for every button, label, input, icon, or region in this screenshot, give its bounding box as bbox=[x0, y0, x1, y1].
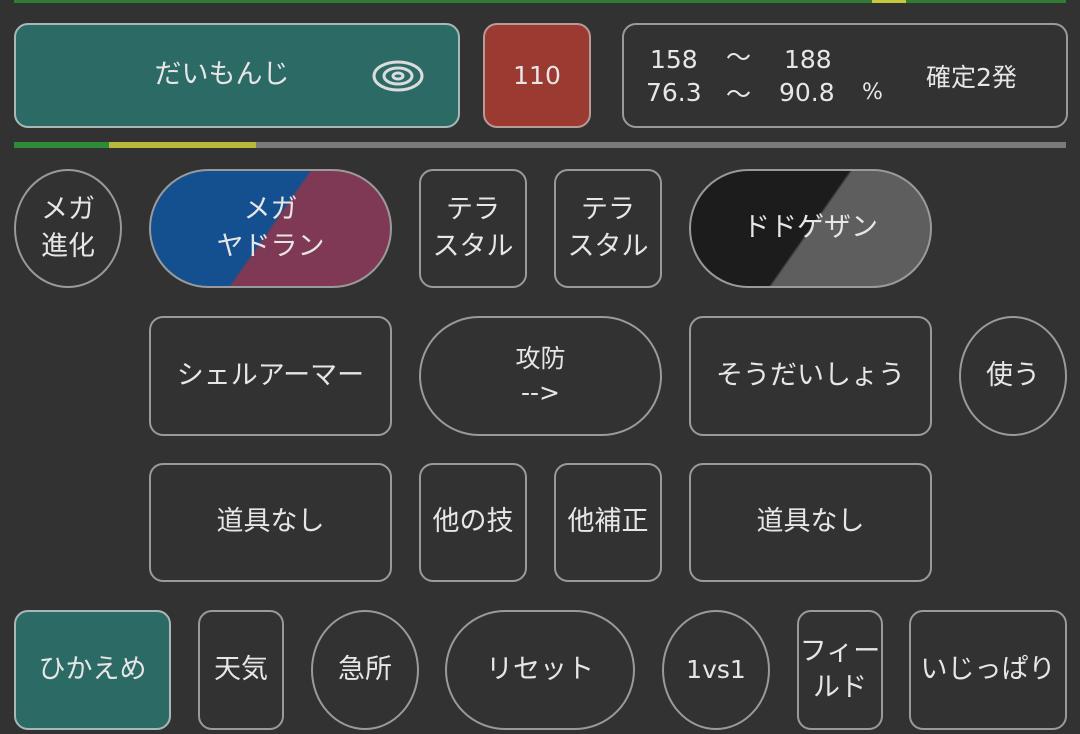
attacker-ability-button[interactable]: シェルアーマー bbox=[149, 316, 392, 436]
move-power: 110 bbox=[513, 60, 561, 90]
move-power-badge[interactable]: 110 bbox=[483, 23, 591, 128]
hp-bar-yellow-segment bbox=[109, 142, 256, 148]
battle-mode-button[interactable]: 1vs1 bbox=[662, 610, 770, 730]
mega-evolve-button[interactable]: メガ 進化 bbox=[14, 169, 122, 288]
damage-tilde: 〜 bbox=[726, 43, 752, 72]
defender-item-button[interactable]: 道具なし bbox=[689, 463, 932, 582]
attacker-item-button[interactable]: 道具なし bbox=[149, 463, 392, 582]
defender-pokemon-button[interactable]: ドドゲザン bbox=[689, 169, 932, 288]
damage-max: 188 bbox=[784, 45, 832, 74]
move-name: だいもんじ bbox=[154, 59, 290, 91]
terastal-left-button[interactable]: テラ スタル bbox=[419, 169, 527, 288]
other-move-button[interactable]: 他の技 bbox=[419, 463, 527, 582]
nature-button[interactable]: ひかえめ bbox=[14, 610, 171, 730]
damage-result-panel: 158 〜 188 76.3 〜 90.8 % 確定2発 bbox=[622, 23, 1068, 128]
move-button[interactable]: だいもんじ bbox=[14, 23, 460, 128]
fire-ring-icon bbox=[372, 59, 424, 103]
terastal-right-button[interactable]: テラ スタル bbox=[554, 169, 662, 288]
field-button[interactable]: フィー ルド bbox=[797, 610, 883, 730]
hp-bar bbox=[14, 142, 1066, 148]
top-accent-line bbox=[14, 0, 1066, 3]
defender-nature-button[interactable]: いじっぱり bbox=[909, 610, 1067, 730]
other-modifier-button[interactable]: 他補正 bbox=[554, 463, 662, 582]
damage-min-percent: 76.3 bbox=[646, 78, 702, 107]
critical-hit-button[interactable]: 急所 bbox=[311, 610, 419, 730]
top-accent-marker bbox=[872, 0, 906, 3]
hp-bar-green-segment bbox=[14, 142, 109, 148]
weather-button[interactable]: 天気 bbox=[198, 610, 284, 730]
mega-pokemon-button[interactable]: メガ ヤドラン bbox=[149, 169, 392, 288]
damage-tilde-percent: 〜 bbox=[726, 80, 752, 109]
damage-min: 158 bbox=[650, 45, 698, 74]
ko-verdict: 確定2発 bbox=[926, 63, 1017, 92]
defender-ability-button[interactable]: そうだいしょう bbox=[689, 316, 932, 436]
reset-button[interactable]: リセット bbox=[445, 610, 635, 730]
percent-sign: % bbox=[862, 80, 883, 105]
use-button[interactable]: 使う bbox=[959, 316, 1067, 436]
direction-toggle-button[interactable]: 攻防 --> bbox=[419, 316, 662, 436]
damage-max-percent: 90.8 bbox=[779, 78, 835, 107]
